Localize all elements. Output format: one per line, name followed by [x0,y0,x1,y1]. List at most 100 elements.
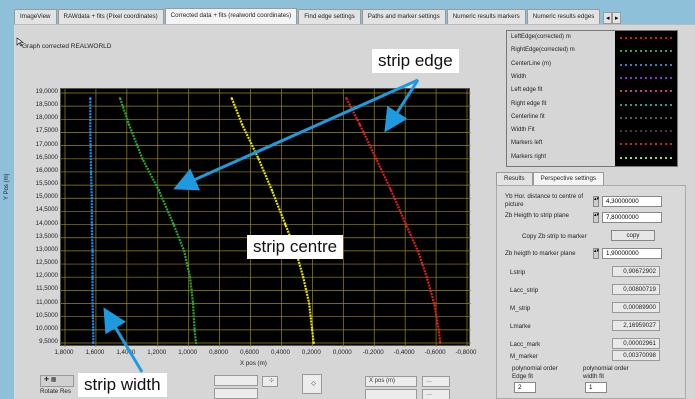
result-value: 0,00002961 [612,338,660,349]
tab-scroll-left-icon[interactable]: ◂ [603,12,613,24]
result-label: Lmarke [510,323,531,330]
series-point [404,223,408,226]
legend-swatch [620,130,674,133]
poly-edge-label: polynomial order Edge fit [512,365,558,380]
series-point [437,328,440,332]
axis-format-icon-2[interactable]: … [422,389,450,399]
y-tick-label: 13,0000 [35,245,58,253]
zb-marker-spinner-icon[interactable]: ▴▾ [593,248,599,259]
y-tick-label: 15,0000 [35,193,58,201]
tab-numeric-results-markers[interactable]: Numeric results markers [446,9,526,24]
legend-label: RightEdge(corrected) m [511,47,575,54]
legend-swatch [620,63,674,66]
series-line [230,97,315,344]
zoom-tools-icon[interactable]: ✚ ▦ [40,375,74,387]
result-label: Lstrip [510,269,526,276]
tab-imageview[interactable]: ImageView [14,9,57,24]
series-point [374,157,378,160]
series-point [416,249,420,253]
poly-edge-input[interactable]: 2 [514,382,536,393]
series-point [425,276,428,279]
plot-area[interactable] [60,88,471,347]
y-tick-label: 15,5000 [35,180,58,188]
series-point [433,302,436,305]
y-tick-label: 17,0000 [35,140,58,148]
poly-width-label: polynomial order width fit [583,365,629,380]
yb-spinner-icon[interactable]: ▴▾ [593,196,599,207]
tab-numeric-results-edges[interactable]: Numeric results edges [526,9,601,24]
tab-find-edge-settings[interactable]: Find edge settings [298,9,361,24]
series-point [92,328,95,332]
y-tick-label: 11,0000 [36,298,58,306]
result-value: 0,00800719 [612,284,660,295]
legend-swatch [620,116,674,119]
app-window: ImageView RAWdata + fits (Pixel coordina… [0,0,695,399]
series-point [118,97,122,100]
tab-results[interactable]: Results [496,172,533,185]
cursor-position-field[interactable] [214,375,258,386]
series-point [389,189,393,192]
copy-button[interactable]: copy [611,230,655,241]
series-point [92,341,95,345]
x-axis-label: X pos (m) [240,360,267,367]
yb-input[interactable]: 4,30000000 [602,196,662,207]
series-point [345,97,348,100]
axis-format-icon[interactable]: … [422,376,450,387]
y-tick-label: 14,0000 [35,219,58,227]
legend-label: Width [511,73,527,80]
series-point [257,157,260,160]
plot-svg [61,89,471,347]
y-tick-label: 10,0000 [35,324,58,332]
series-point [439,341,442,345]
series-line [345,97,442,344]
series-point [312,341,315,345]
y-axis-select[interactable] [365,389,417,399]
series-point [157,189,160,192]
main-tab-bar: ImageView RAWdata + fits (Pixel coordina… [14,8,695,24]
y-axis-label: Y Pos (m) [4,173,10,200]
y-tick-label: 13,5000 [35,232,58,240]
legend-label: LeftEdge(corrected) m [511,34,571,40]
y-tick-label: 11,5000 [36,285,58,293]
zb-marker-input[interactable]: 1,90000000 [602,248,662,259]
series-point [89,97,92,100]
legend-label: Markers left [511,140,543,147]
tab-perspective-settings[interactable]: Perspective settings [532,172,605,185]
zb-strip-spinner-icon[interactable]: ▴▾ [593,212,599,223]
tab-scroll-right-icon[interactable]: ▸ [612,12,622,24]
tab-corrected-data[interactable]: Corrected data + fits (realworld coordin… [164,8,298,24]
y-tick-label: 10,5000 [35,311,58,319]
series-point [270,189,274,192]
x-tick-label: -0,8000 [455,349,477,356]
annotation-strip-centre: strip centre [247,235,344,259]
tab-raw-data[interactable]: RAWdata + fits (Pixel coordinates) [57,9,164,24]
result-value: 0,00089900 [612,302,660,313]
y-tick-label: 12,0000 [35,272,58,280]
x-axis-select[interactable]: X pos (m) [365,376,417,387]
legend-swatch [620,156,674,159]
cursor-diamond-icon[interactable]: ◇ [302,374,322,394]
legend-label: Markers right [511,153,547,160]
legend-label: Left edge fit [511,87,543,94]
y-tick-label: 14,5000 [35,206,58,214]
series-point [310,328,314,332]
poly-width-input[interactable]: 1 [585,382,607,393]
series-point [141,157,144,160]
zb-strip-label: Zb Heigth to strip plane [505,212,569,219]
cursor-position-field-2[interactable] [214,388,258,399]
tab-paths-marker-settings[interactable]: Paths and marker settings [361,9,446,24]
graph-title: Graph corrected REALWORLD [22,43,112,50]
legend-swatch [620,50,674,53]
legend-swatch [620,76,674,79]
copy-zb-label: Copy Zb strip to marker [522,233,587,240]
zb-strip-input[interactable]: 7,80000000 [602,212,662,223]
y-tick-label: 18,5000 [35,101,58,109]
series-point [240,123,244,126]
legend-label: Centerline fit [511,113,545,120]
annotation-strip-width: strip width [78,373,167,397]
y-tick-label: 9,5000 [39,338,58,345]
cursor-move-icon[interactable]: ⊹ [262,376,278,387]
result-label: M_strip [510,305,531,312]
series-point [89,170,93,174]
legend-label: Width Fit [511,127,535,134]
